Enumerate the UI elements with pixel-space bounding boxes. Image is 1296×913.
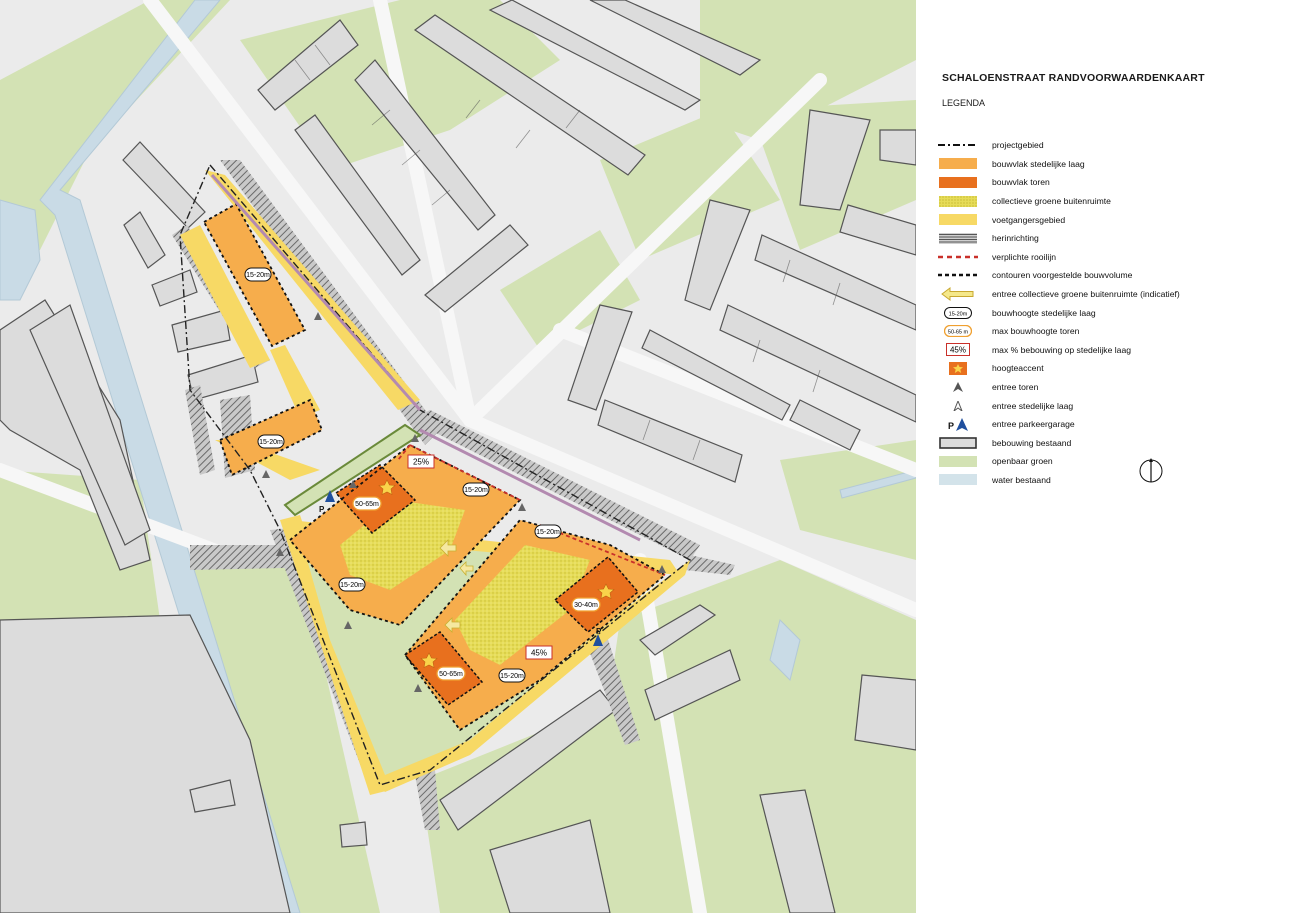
legend-item-bouwvlak-stedelijk: bouwvlak stedelijke laag bbox=[938, 155, 1180, 174]
legend-label: max bouwhoogte toren bbox=[992, 326, 1080, 337]
svg-text:50-65m: 50-65m bbox=[439, 671, 463, 678]
svg-text:15-20m: 15-20m bbox=[536, 529, 560, 536]
badge-stedelijk-1: 15-20m bbox=[244, 267, 272, 282]
legend-item-projectgebied: projectgebied bbox=[938, 136, 1180, 155]
svg-text:15-20m: 15-20m bbox=[464, 487, 488, 494]
legend-label: collectieve groene buitenruimte bbox=[992, 196, 1111, 207]
legend-item-max-bouwhoogte-toren: 50-65 m max bouwhoogte toren bbox=[938, 322, 1180, 341]
badge-toren-3: 50-65m bbox=[436, 666, 466, 681]
legend-item-hoogteaccent: hoogteaccent bbox=[938, 359, 1180, 378]
legend-label: entree parkeergarage bbox=[992, 419, 1075, 430]
badge-stedelijk-3: 15-20m bbox=[462, 482, 490, 497]
dash-dot-line-icon bbox=[938, 144, 978, 147]
map-canvas: P P 15-20m 15-20m 15-20m 15-20m 15-20m 1… bbox=[0, 0, 916, 913]
legend-item-rooilijn: verplichte rooilijn bbox=[938, 248, 1180, 267]
tower-swatch bbox=[939, 176, 977, 188]
legend-item-herinrichting: herinrichting bbox=[938, 229, 1180, 248]
badge-toren-2: 30-40m bbox=[571, 597, 601, 612]
badge-percent-1: 25% bbox=[407, 454, 435, 469]
legend-item-entree-stedelijk: entree stedelijke laag bbox=[938, 396, 1180, 415]
legend-label: bouwvlak stedelijke laag bbox=[992, 158, 1085, 169]
svg-text:45%: 45% bbox=[950, 346, 966, 355]
legend-item-bouwhoogte-stedelijk: 15-20m bouwhoogte stedelijke laag bbox=[938, 303, 1180, 322]
badge-stedelijk-2: 15-20m bbox=[257, 434, 285, 449]
legend-item-entree-toren: entree toren bbox=[938, 378, 1180, 397]
badge-toren-1: 50-65m bbox=[352, 496, 382, 511]
parking-label: P bbox=[596, 627, 602, 636]
legend-label: openbaar groen bbox=[992, 456, 1053, 467]
legend-label: max % bebouwing op stedelijke laag bbox=[992, 344, 1132, 355]
legend-item-collectief-groen: collectieve groene buitenruimte bbox=[938, 192, 1180, 211]
building-swatch bbox=[939, 436, 977, 449]
legend-label: contouren voorgestelde bouwvolume bbox=[992, 270, 1133, 281]
legend-subtitle: LEGENDA bbox=[942, 98, 986, 108]
legend-label: projectgebied bbox=[992, 140, 1044, 151]
tower-height-badge-icon: 50-65 m bbox=[944, 325, 972, 338]
yellow-swatch bbox=[939, 214, 977, 226]
legend-item-bouwvlak-toren: bouwvlak toren bbox=[938, 173, 1180, 192]
parking-label: P bbox=[319, 505, 325, 514]
legend-item-contouren: contouren voorgestelde bouwvolume bbox=[938, 266, 1180, 285]
badge-stedelijk-6: 15-20m bbox=[498, 668, 526, 683]
parking-triangle-icon: P bbox=[948, 417, 968, 431]
svg-text:50-65m: 50-65m bbox=[355, 501, 379, 508]
svg-text:15-20m: 15-20m bbox=[500, 673, 524, 680]
percent-badge-icon: 45% bbox=[946, 343, 970, 357]
site-map[interactable]: P P 15-20m 15-20m 15-20m 15-20m 15-20m 1… bbox=[0, 0, 916, 913]
svg-text:30-40m: 30-40m bbox=[574, 602, 598, 609]
triangle-light-icon bbox=[953, 400, 963, 411]
legend-label: bebouwing bestaand bbox=[992, 437, 1072, 448]
triangle-dark-icon bbox=[953, 382, 963, 393]
dotted-line-icon bbox=[938, 274, 978, 277]
legend-label: entree stedelijke laag bbox=[992, 400, 1074, 411]
legend-label: bouwvlak toren bbox=[992, 177, 1050, 188]
legend-label: water bestaand bbox=[992, 474, 1051, 485]
arrow-left-icon bbox=[941, 287, 974, 302]
legend-label: bouwhoogte stedelijke laag bbox=[992, 307, 1096, 318]
legend-label: verplichte rooilijn bbox=[992, 251, 1057, 262]
legend-label: herinrichting bbox=[992, 233, 1039, 244]
legend-list: projectgebied bouwvlak stedelijke laag b… bbox=[938, 136, 1180, 489]
legend-panel: SCHALOENSTRAAT RANDVOORWAARDENKAART LEGE… bbox=[916, 0, 1296, 913]
legend-item-voetgangers: voetgangersgebied bbox=[938, 210, 1180, 229]
legend-title: SCHALOENSTRAAT RANDVOORWAARDENKAART bbox=[942, 72, 1205, 84]
north-arrow-icon bbox=[1138, 456, 1164, 489]
svg-text:15-20m: 15-20m bbox=[949, 311, 968, 317]
badge-percent-2: 45% bbox=[525, 645, 553, 660]
svg-text:15-20m: 15-20m bbox=[340, 582, 364, 589]
svg-text:45%: 45% bbox=[531, 649, 547, 658]
hatched-stripes-icon bbox=[939, 232, 977, 244]
water-swatch bbox=[939, 474, 977, 486]
svg-text:15-20m: 15-20m bbox=[259, 439, 283, 446]
badge-stedelijk-4: 15-20m bbox=[534, 524, 562, 539]
svg-text:50-65 m: 50-65 m bbox=[948, 330, 969, 336]
green-swatch bbox=[939, 455, 977, 467]
legend-item-entree-groen: entree collectieve groene buitenruimte (… bbox=[938, 285, 1180, 304]
svg-text:P: P bbox=[948, 421, 954, 431]
star-icon bbox=[949, 361, 967, 375]
height-badge-icon: 15-20m bbox=[944, 306, 972, 319]
svg-text:25%: 25% bbox=[413, 458, 429, 467]
legend-label: hoogteaccent bbox=[992, 363, 1044, 374]
legend-label: voetgangersgebied bbox=[992, 214, 1066, 225]
badge-stedelijk-5: 15-20m bbox=[338, 577, 366, 592]
dotted-green-swatch bbox=[939, 195, 977, 207]
legend-label: entree collectieve groene buitenruimte (… bbox=[992, 289, 1180, 300]
compass-icon bbox=[1139, 458, 1163, 483]
legend-item-bebouwing: bebouwing bestaand bbox=[938, 434, 1180, 453]
svg-text:15-20m: 15-20m bbox=[246, 272, 270, 279]
legend-item-max-bebouwing: 45% max % bebouwing op stedelijke laag bbox=[938, 341, 1180, 360]
legend-label: entree toren bbox=[992, 382, 1039, 393]
orange-swatch bbox=[939, 158, 977, 170]
legend-item-entree-parkeer: P entree parkeergarage bbox=[938, 415, 1180, 434]
red-dashed-line-icon bbox=[938, 255, 978, 259]
